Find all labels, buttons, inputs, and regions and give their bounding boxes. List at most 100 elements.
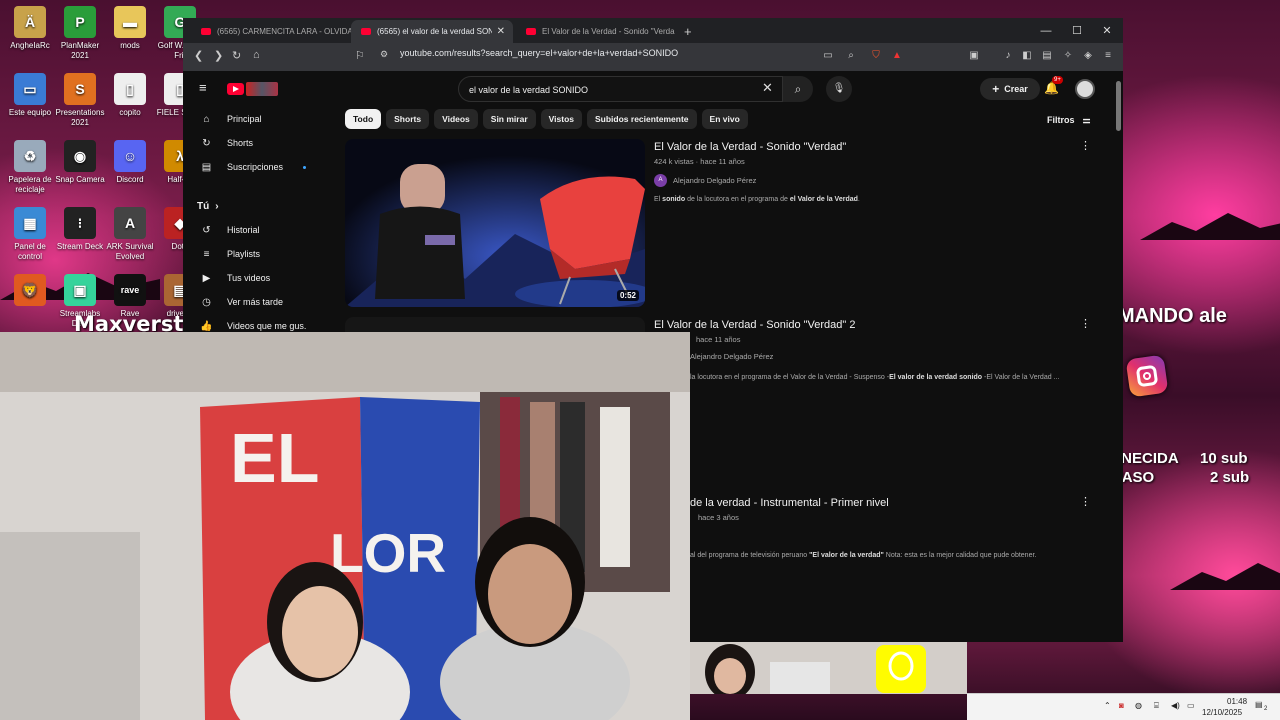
screenshot-icon[interactable]: ▣ bbox=[967, 50, 981, 64]
desktop-icon[interactable]: ▬ mods bbox=[105, 6, 155, 51]
tab-bar: (6565) CARMENCITA LARA - OLVIDA (6565) e… bbox=[183, 18, 1123, 43]
youtube-logo[interactable] bbox=[227, 81, 281, 97]
filter-chip[interactable]: Vistos bbox=[540, 109, 582, 129]
reload-icon[interactable]: ↻ bbox=[232, 49, 241, 62]
volume-icon[interactable]: ◀) bbox=[1171, 701, 1180, 710]
music-icon[interactable]: ♪ bbox=[1001, 50, 1015, 64]
hamburger-icon[interactable]: ≡ bbox=[199, 80, 207, 95]
browser-tab-active[interactable]: (6565) el valor de la verdad SON ✕ bbox=[351, 20, 513, 43]
close-tab-icon[interactable]: ✕ bbox=[497, 26, 505, 37]
desktop-icon[interactable]: ▦ Panel de control bbox=[5, 207, 55, 262]
youtube-header: ≡ el valor de la verdad SONIDO ✕ ⌕ 🎙 + Cr… bbox=[183, 71, 1123, 107]
scrollbar[interactable] bbox=[1116, 81, 1121, 131]
desktop-icon[interactable]: ☺ Discord bbox=[105, 140, 155, 185]
desktop-icon[interactable]: 🦁 bbox=[5, 274, 55, 309]
bookmark-icon[interactable]: ⚐ bbox=[355, 49, 365, 62]
new-tab-button[interactable]: + bbox=[680, 20, 700, 43]
vpn-icon[interactable]: ◈ bbox=[1081, 50, 1095, 64]
search-input[interactable]: el valor de la verdad SONIDO bbox=[458, 76, 783, 102]
sidebar-icon: ≡ bbox=[203, 248, 210, 260]
desktop-icon[interactable]: P PlanMaker 2021 bbox=[55, 6, 105, 61]
cast-icon[interactable]: ▭ bbox=[821, 50, 835, 64]
video-title[interactable]: de la verdad - Instrumental - Primer niv… bbox=[690, 497, 889, 509]
secondary-webcam-feed bbox=[690, 642, 967, 694]
desktop-icon[interactable]: ▭ Este equipo bbox=[5, 73, 55, 118]
notifications-button[interactable]: 🔔 9+ bbox=[1044, 76, 1063, 95]
desktop-icon[interactable]: Ä AngheIaRc bbox=[5, 6, 55, 51]
minimize-icon[interactable]: — bbox=[1031, 18, 1061, 43]
wallet-icon[interactable]: ▤ bbox=[1040, 50, 1054, 64]
desktop-icon[interactable]: S Presentations 2021 bbox=[55, 73, 105, 128]
filter-chip[interactable]: Subidos recientemente bbox=[587, 109, 697, 129]
sidebar-item[interactable]: ⌂ Principal bbox=[183, 107, 318, 131]
desktop-icon[interactable]: ⁝ Stream Deck bbox=[55, 207, 105, 252]
more-options-icon[interactable]: ⋮ bbox=[1080, 495, 1091, 508]
sidebar-icon: ↺ bbox=[202, 224, 211, 236]
menu-icon[interactable]: ≡ bbox=[1101, 50, 1115, 64]
url-field[interactable]: youtube.com/results?search_query=el+valo… bbox=[400, 48, 678, 58]
sidebar-item[interactable]: Tú › bbox=[183, 194, 318, 218]
sidebar-item[interactable]: ▤ Suscripciones bbox=[183, 155, 318, 179]
filter-chip[interactable]: Todo bbox=[345, 109, 382, 129]
maximize-icon[interactable]: ☐ bbox=[1062, 18, 1092, 43]
desktop-icon[interactable]: ▯ copito bbox=[105, 73, 155, 118]
filter-chip[interactable]: Sin mirar bbox=[482, 109, 536, 129]
site-settings-icon[interactable]: ⚙ bbox=[380, 49, 388, 60]
sidebar-icon[interactable]: ◧ bbox=[1020, 50, 1034, 64]
close-window-icon[interactable]: ✕ bbox=[1092, 18, 1122, 43]
zoom-icon[interactable]: ⌕ bbox=[844, 50, 858, 64]
clock-time[interactable]: 01:48 bbox=[1227, 697, 1247, 706]
create-label: Crear bbox=[1004, 84, 1028, 94]
sidebar-item[interactable]: ↺ Historial bbox=[183, 218, 318, 242]
search-button[interactable]: ⌕ bbox=[783, 76, 813, 102]
sliders-icon: ⚌ bbox=[1082, 115, 1091, 125]
tray-steam-icon[interactable]: ◍ bbox=[1135, 701, 1142, 710]
filters-button[interactable]: Filtros ⚌ bbox=[1047, 115, 1091, 126]
filter-chip[interactable]: En vivo bbox=[701, 109, 748, 129]
sidebar-item[interactable]: ◷ Ver más tarde bbox=[183, 290, 318, 314]
sidebar-item[interactable]: ↻ Shorts bbox=[183, 131, 318, 155]
browser-tab[interactable]: (6565) CARMENCITA LARA - OLVIDA bbox=[191, 20, 351, 43]
avatar[interactable] bbox=[1075, 79, 1095, 99]
home-icon[interactable]: ⌂ bbox=[253, 49, 260, 61]
warning-icon[interactable]: ▲ bbox=[890, 50, 904, 64]
app-icon: rave bbox=[114, 274, 146, 306]
sidebar-icon: ↻ bbox=[202, 137, 211, 149]
video-title[interactable]: El Valor de la Verdad - Sonido "Verdad" … bbox=[654, 319, 855, 331]
duration-badge: 0:52 bbox=[616, 290, 639, 301]
more-options-icon[interactable]: ⋮ bbox=[1080, 317, 1091, 330]
voice-search-button[interactable]: 🎙 bbox=[826, 76, 852, 102]
notification-center-icon[interactable]: ▤ bbox=[1255, 700, 1263, 709]
browser-tab[interactable]: El Valor de la Verdad - Sonido "Verda bbox=[516, 20, 678, 43]
sidebar-label: Tus videos bbox=[227, 273, 271, 283]
svg-text:LOR: LOR bbox=[330, 522, 446, 584]
desktop-icon[interactable]: ♻ Papelera de reciclaje bbox=[5, 140, 55, 195]
desktop-icon-label: Panel de control bbox=[14, 242, 46, 261]
channel-row[interactable]: Alejandro Delgado Pérez bbox=[690, 352, 773, 361]
ai-icon[interactable]: ✧ bbox=[1061, 50, 1075, 64]
network-icon[interactable]: ⌸ bbox=[1154, 701, 1159, 711]
sidebar-item[interactable]: ≡ Playlists bbox=[183, 242, 318, 266]
clock-date[interactable]: 12/10/2025 bbox=[1202, 708, 1242, 717]
chevron-up-icon[interactable]: ⌃ bbox=[1104, 701, 1111, 710]
filter-chip[interactable]: Shorts bbox=[386, 109, 430, 129]
filter-chip[interactable]: Videos bbox=[434, 109, 478, 129]
battery-icon[interactable]: ▭ bbox=[1187, 701, 1195, 710]
channel-row[interactable]: A Alejandro Delgado Pérez bbox=[654, 174, 756, 187]
shield-icon[interactable]: ⛉ bbox=[869, 50, 883, 64]
desktop-icon[interactable]: ◉ Snap Camera bbox=[55, 140, 105, 185]
forward-icon[interactable]: ❯ bbox=[214, 49, 223, 62]
tray-app-icon[interactable]: ◙ bbox=[1119, 701, 1124, 710]
back-icon[interactable]: ❮ bbox=[194, 49, 203, 62]
filters-label: Filtros bbox=[1047, 115, 1075, 125]
new-content-dot bbox=[303, 165, 307, 169]
more-options-icon[interactable]: ⋮ bbox=[1080, 139, 1091, 152]
webcam-feed: EL LOR bbox=[0, 332, 690, 720]
clear-search-icon[interactable]: ✕ bbox=[762, 80, 773, 96]
video-title[interactable]: El Valor de la Verdad - Sonido "Verdad" bbox=[654, 141, 846, 153]
sidebar-item[interactable]: ▶ Tus videos bbox=[183, 266, 318, 290]
desktop-icon[interactable]: A ARK Survival Evolved bbox=[105, 207, 155, 262]
create-button[interactable]: + Crear bbox=[980, 78, 1040, 100]
notification-count: 2 bbox=[1264, 706, 1268, 712]
video-thumbnail[interactable]: 0:52 bbox=[345, 139, 645, 307]
